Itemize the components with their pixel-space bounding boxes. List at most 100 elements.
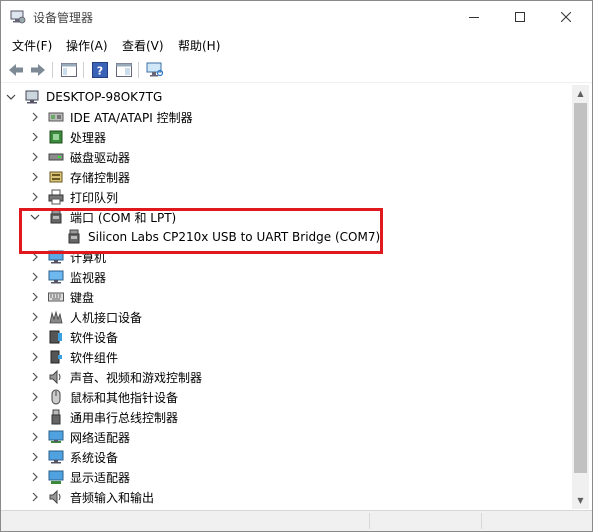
status-divider: [481, 513, 482, 529]
menu-action[interactable]: 操作(A): [66, 37, 108, 54]
hid-icon: [48, 309, 64, 325]
expand-chevron-icon[interactable]: [30, 452, 40, 462]
tree-item-label: 软件设备: [70, 330, 119, 345]
status-bar: [1, 510, 592, 531]
tree-item-processor[interactable]: 处理器: [30, 127, 106, 147]
show-hide-console-tree-icon[interactable]: [59, 60, 79, 80]
tree-item-label: 打印队列: [70, 190, 119, 205]
tree-item-label: 显示适配器: [70, 470, 131, 485]
printer-icon: [48, 189, 64, 205]
tree-item-sound-video-game[interactable]: 声音、视频和游戏控制器: [30, 367, 202, 387]
tree-root-node[interactable]: DESKTOP-98OK7TG: [6, 87, 162, 107]
software-device-icon: [48, 329, 64, 345]
tree-item-keyboards[interactable]: 键盘: [30, 287, 94, 307]
scroll-down-arrow-icon[interactable]: ▼: [572, 492, 589, 509]
tree-root-label: DESKTOP-98OK7TG: [46, 90, 163, 104]
expand-chevron-icon[interactable]: [30, 292, 40, 302]
tree-item-label: 存储控制器: [70, 170, 131, 185]
tree-item-display-adapters[interactable]: 显示适配器: [30, 467, 130, 487]
menu-view[interactable]: 查看(V): [122, 37, 164, 54]
close-button[interactable]: [543, 1, 589, 33]
expand-chevron-icon[interactable]: [30, 172, 40, 182]
expand-chevron-icon[interactable]: [30, 312, 40, 322]
tree-item-ide-controller[interactable]: IDE ATA/ATAPI 控制器: [30, 107, 193, 127]
menu-file[interactable]: 文件(F): [12, 37, 52, 54]
computer-icon: [24, 89, 40, 105]
tree-item-audio-io[interactable]: 音频输入和输出: [30, 487, 154, 507]
expand-chevron-icon[interactable]: [30, 412, 40, 422]
help-icon[interactable]: ?: [90, 60, 110, 80]
disk-drive-icon: [48, 149, 64, 165]
expand-chevron-icon[interactable]: [30, 152, 40, 162]
back-button[interactable]: [6, 60, 26, 80]
tree-item-network-adapters[interactable]: 网络适配器: [30, 427, 130, 447]
tree-item-software-components[interactable]: 软件组件: [30, 347, 118, 367]
scan-hardware-icon[interactable]: [145, 60, 165, 80]
tree-item-label: 键盘: [70, 290, 95, 305]
device-manager-app-icon: [10, 10, 26, 24]
tree-item-label: 鼠标和其他指针设备: [70, 390, 179, 405]
tree-item-label: 通用串行总线控制器: [70, 410, 179, 425]
tree-item-label: 声音、视频和游戏控制器: [70, 370, 203, 385]
speaker-icon: [48, 369, 64, 385]
tree-item-label: IDE ATA/ATAPI 控制器: [70, 110, 193, 125]
tree-item-label: 软件组件: [70, 350, 119, 365]
audio-io-icon: [48, 489, 64, 505]
expand-chevron-icon[interactable]: [30, 352, 40, 362]
processor-icon: [48, 129, 64, 145]
expand-chevron-icon[interactable]: [30, 112, 40, 122]
expand-chevron-icon[interactable]: [30, 332, 40, 342]
display-adapter-icon: [48, 469, 64, 485]
tree-item-monitors[interactable]: 监视器: [30, 267, 106, 287]
tree-item-label: 磁盘驱动器: [70, 150, 131, 165]
tree-item-label: 人机接口设备: [70, 310, 143, 325]
tree-item-print-queues[interactable]: 打印队列: [30, 187, 118, 207]
storage-controller-icon: [48, 169, 64, 185]
svg-text:?: ?: [97, 65, 103, 78]
expand-chevron-icon[interactable]: [30, 472, 40, 482]
tree-item-software-devices[interactable]: 软件设备: [30, 327, 118, 347]
ide-controller-icon: [48, 109, 64, 125]
scroll-up-arrow-icon[interactable]: ▲: [572, 85, 589, 102]
system-device-icon: [48, 449, 64, 465]
tree-item-hid[interactable]: 人机接口设备: [30, 307, 142, 327]
highlight-box: [19, 208, 383, 254]
title-bar: 设备管理器: [1, 1, 592, 33]
expand-chevron-icon[interactable]: [30, 432, 40, 442]
mouse-icon: [48, 389, 64, 405]
device-tree: DESKTOP-98OK7TG IDE ATA/ATAPI 控制器 处理器 磁盘…: [2, 85, 571, 509]
scrollbar-thumb[interactable]: [574, 103, 587, 473]
keyboard-icon: [48, 289, 64, 305]
menu-bar: 文件(F) 操作(A) 查看(V) 帮助(H): [1, 34, 592, 56]
expand-chevron-icon[interactable]: [30, 492, 40, 502]
tree-item-system-devices[interactable]: 系统设备: [30, 447, 118, 467]
expand-chevron-icon[interactable]: [30, 272, 40, 282]
tree-item-label: 网络适配器: [70, 430, 131, 445]
tree-item-disk-drives[interactable]: 磁盘驱动器: [30, 147, 130, 167]
tree-item-label: 处理器: [70, 130, 107, 145]
device-manager-window: 设备管理器 文件(F) 操作(A) 查看(V) 帮助(H) ? DESKTOP-…: [0, 0, 593, 532]
properties-icon[interactable]: [114, 60, 134, 80]
tree-item-label: 监视器: [70, 270, 107, 285]
status-divider: [369, 513, 370, 529]
monitor-icon: [48, 269, 64, 285]
minimize-button[interactable]: [451, 1, 497, 33]
network-adapter-icon: [48, 429, 64, 445]
vertical-scrollbar[interactable]: ▲ ▼: [572, 85, 589, 509]
toolbar-separator: [83, 62, 84, 78]
expand-chevron-icon[interactable]: [30, 392, 40, 402]
usb-icon: [48, 409, 64, 425]
menu-help[interactable]: 帮助(H): [178, 37, 220, 54]
tree-item-mice[interactable]: 鼠标和其他指针设备: [30, 387, 178, 407]
maximize-button[interactable]: [497, 1, 543, 33]
software-component-icon: [48, 349, 64, 365]
forward-button[interactable]: [28, 60, 48, 80]
tree-item-storage-controller[interactable]: 存储控制器: [30, 167, 130, 187]
expand-chevron-icon[interactable]: [30, 372, 40, 382]
collapse-chevron-icon[interactable]: [6, 92, 16, 102]
toolbar-separator: [52, 62, 53, 78]
expand-chevron-icon[interactable]: [30, 192, 40, 202]
toolbar: ?: [1, 57, 592, 83]
tree-item-usb-controllers[interactable]: 通用串行总线控制器: [30, 407, 178, 427]
expand-chevron-icon[interactable]: [30, 132, 40, 142]
